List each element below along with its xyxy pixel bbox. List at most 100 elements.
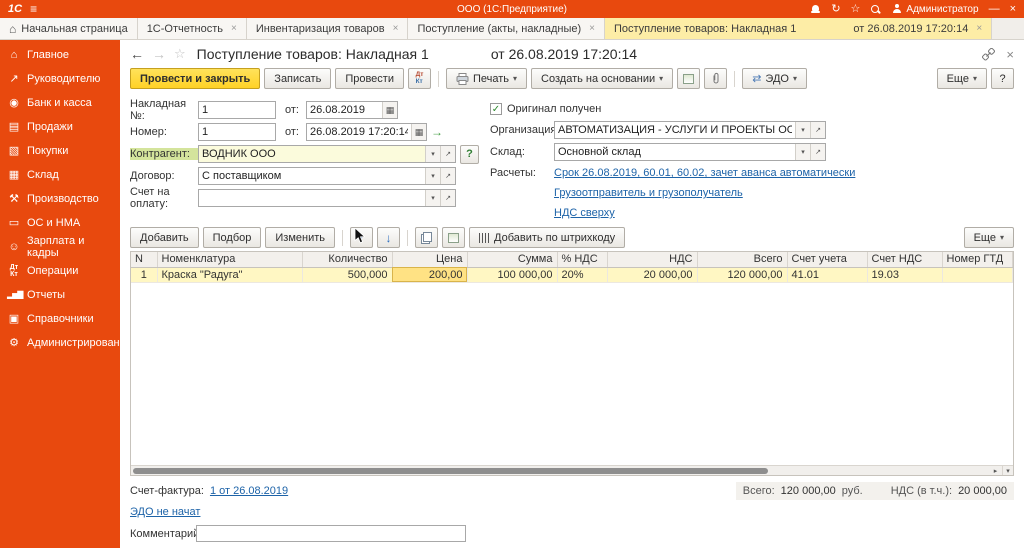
table-cell[interactable]: 20 000,00	[607, 267, 698, 283]
sidebar-item-sales[interactable]: ▤ Продажи	[0, 115, 120, 139]
settlements-link[interactable]: Срок 26.08.2019, 60.01, 60.02, зачет ава…	[554, 167, 855, 179]
sidebar-item-directories[interactable]: ▣ Справочники	[0, 307, 120, 331]
edo-button[interactable]: ⇄ ЭДО ▾	[742, 68, 807, 89]
invoice-number-input[interactable]	[199, 102, 275, 118]
show-list-button[interactable]	[442, 227, 465, 248]
post-and-close-button[interactable]: Провести и закрыть	[130, 68, 261, 89]
tab-close-icon[interactable]: ×	[231, 23, 237, 34]
open-ref-icon[interactable]: ↗	[810, 122, 825, 138]
table-cell[interactable]: 500,000	[302, 267, 393, 283]
user-menu[interactable]: Администратор	[891, 3, 979, 15]
table-cell[interactable]: 41.01	[787, 267, 868, 283]
table-cell[interactable]: 120 000,00	[697, 267, 788, 283]
set-current-date-icon[interactable]: →	[431, 125, 443, 139]
calendar-icon[interactable]: ▦	[410, 124, 426, 140]
dropdown-icon[interactable]: ▾	[425, 146, 440, 162]
sidebar-item-production[interactable]: ⚒ Производство	[0, 187, 120, 211]
scroll-right-icon[interactable]: ▸	[990, 466, 1001, 475]
open-ref-icon[interactable]: ↗	[440, 190, 455, 206]
edo-status-link[interactable]: ЭДО не начат	[130, 506, 200, 518]
sidebar-item-fixed-assets[interactable]: ▭ ОС и НМА	[0, 211, 120, 235]
sidebar-item-main[interactable]: ⌂ Главное	[0, 43, 120, 67]
tab-close-icon[interactable]: ×	[393, 23, 399, 34]
table-cell[interactable]: 100 000,00	[467, 267, 558, 283]
dropdown-icon[interactable]: ▾	[795, 122, 810, 138]
move-up-button[interactable]: ↑	[350, 227, 373, 248]
tab-close-icon[interactable]: ×	[589, 23, 595, 34]
sidebar-item-bank-cash[interactable]: ◉ Банк и касса	[0, 91, 120, 115]
forward-icon[interactable]: →	[152, 47, 166, 61]
shipper-consignee-link[interactable]: Грузоотправитель и грузополучатель	[554, 187, 743, 199]
link-icon[interactable]	[982, 47, 996, 61]
search-icon[interactable]	[870, 4, 881, 15]
notifications-icon[interactable]	[810, 4, 821, 15]
sidebar-item-purchases[interactable]: ▧ Покупки	[0, 139, 120, 163]
edit-button[interactable]: Изменить	[265, 227, 335, 248]
dropdown-icon[interactable]: ▾	[425, 168, 440, 184]
table-cell[interactable]: 19.03	[867, 267, 943, 283]
table-cell[interactable]	[942, 267, 1013, 283]
post-button[interactable]: Провести	[335, 68, 404, 89]
sidebar-item-manager[interactable]: ↗ Руководителю	[0, 67, 120, 91]
favorite-star-icon[interactable]: ☆	[174, 46, 186, 62]
main-menu-icon[interactable]: ≡	[30, 3, 37, 15]
sidebar-item-operations[interactable]: Дт Кт Операции	[0, 259, 120, 283]
close-window-icon[interactable]: ×	[1010, 3, 1016, 15]
copy-row-button[interactable]	[415, 227, 438, 248]
invoice-date-input[interactable]	[306, 102, 382, 118]
sidebar-item-administration[interactable]: ⚙ Администрирование	[0, 331, 132, 355]
contract-input[interactable]	[199, 168, 425, 184]
open-ref-icon[interactable]: ↗	[810, 144, 825, 160]
move-down-button[interactable]: ↓	[377, 227, 400, 248]
back-icon[interactable]: ←	[130, 47, 144, 61]
tab-close-icon[interactable]: ×	[976, 23, 982, 34]
table-cell[interactable]: Краска "Радуга"	[157, 267, 303, 283]
registers-report-button[interactable]	[677, 68, 701, 89]
items-more-button[interactable]: Еще ▾	[963, 227, 1014, 248]
open-ref-icon[interactable]: ↗	[440, 146, 455, 162]
table-cell-selected[interactable]: 200,00	[392, 267, 468, 283]
comment-input[interactable]	[196, 525, 466, 542]
document-date-input[interactable]	[306, 124, 411, 140]
attachments-button[interactable]	[704, 68, 728, 89]
organization-input[interactable]	[555, 122, 795, 138]
number-input[interactable]	[199, 124, 275, 140]
horizontal-scrollbar[interactable]: ▸ ▾	[131, 465, 1013, 475]
table-cell[interactable]: 1	[131, 267, 158, 283]
payment-invoice-input[interactable]	[199, 190, 425, 206]
invoice-facture-link[interactable]: 1 от 26.08.2019	[210, 485, 288, 497]
create-based-on-button[interactable]: Создать на основании ▾	[531, 68, 674, 89]
print-button[interactable]: Печать ▾	[445, 68, 528, 89]
history-icon[interactable]: ↻	[831, 3, 840, 15]
table-row[interactable]: 1 Краска "Радуга" 500,000 200,00 100 000…	[131, 267, 1013, 283]
counterparty-input[interactable]	[199, 146, 425, 162]
dropdown-icon[interactable]: ▾	[795, 144, 810, 160]
calendar-icon[interactable]: ▦	[381, 102, 397, 118]
tab-inventory[interactable]: Инвентаризация товаров ×	[246, 18, 409, 39]
minimize-icon[interactable]: —	[989, 3, 1000, 15]
add-by-barcode-button[interactable]: Добавить по штрихкоду	[469, 227, 626, 248]
warehouse-input[interactable]	[555, 144, 795, 160]
counterparty-check-button[interactable]: ?	[460, 144, 479, 164]
sidebar-item-warehouse[interactable]: ▦ Склад	[0, 163, 120, 187]
more-button[interactable]: Еще ▾	[936, 68, 987, 89]
write-button[interactable]: Записать	[264, 68, 332, 89]
open-ref-icon[interactable]: ↗	[440, 168, 455, 184]
dropdown-icon[interactable]: ▾	[425, 190, 440, 206]
tab-1c-reporting[interactable]: 1С-Отчетность ×	[137, 18, 247, 39]
sidebar-item-reports[interactable]: ▂▅▇ Отчеты	[0, 283, 120, 307]
tab-receipt-document[interactable]: Поступление товаров: Накладная 1 от 26.0…	[605, 18, 993, 39]
vat-mode-link[interactable]: НДС сверху	[554, 207, 615, 219]
help-button[interactable]: ?	[991, 68, 1014, 89]
add-row-button[interactable]: Добавить	[130, 227, 199, 248]
original-received-checkbox[interactable]: ✓ Оригинал получен	[490, 99, 1014, 119]
sidebar-item-payroll-hr[interactable]: ☺ Зарплата и кадры	[0, 235, 120, 259]
show-postings-button[interactable]: Дт Кт	[407, 68, 431, 89]
favorites-icon[interactable]: ☆	[851, 3, 861, 15]
pick-button[interactable]: Подбор	[202, 227, 262, 248]
scroll-down-icon[interactable]: ▾	[1002, 466, 1013, 475]
tab-home[interactable]: ⌂ Начальная страница	[0, 18, 138, 39]
scrollbar-thumb[interactable]	[133, 468, 769, 474]
table-cell[interactable]: 20%	[557, 267, 608, 283]
tab-receipts-list[interactable]: Поступление (акты, накладные) ×	[408, 18, 605, 39]
